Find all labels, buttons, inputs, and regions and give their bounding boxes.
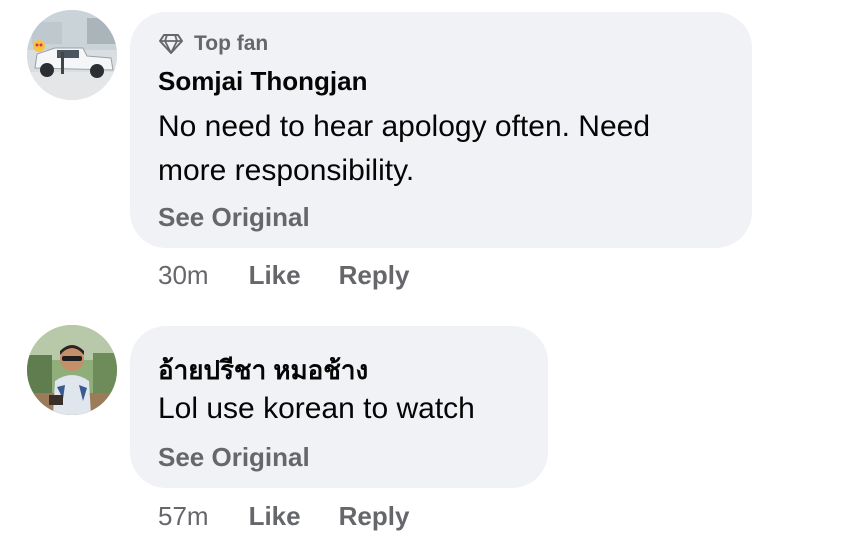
diamond-icon bbox=[159, 34, 183, 54]
top-fan-badge: Top fan bbox=[158, 32, 268, 56]
reply-button[interactable]: Reply bbox=[339, 501, 410, 532]
comment-timestamp[interactable]: 30m bbox=[158, 260, 209, 291]
avatar-photo-truck bbox=[27, 10, 117, 100]
comment-actions: 57m Like Reply bbox=[158, 501, 409, 532]
comment-author[interactable]: Somjai Thongjan bbox=[158, 66, 367, 97]
comment-text-line-2: more responsibility. bbox=[158, 154, 415, 187]
reply-button[interactable]: Reply bbox=[339, 260, 410, 291]
comment-author[interactable]: อ้ายปรีชา หมอช้าง bbox=[158, 350, 368, 391]
badge-label: Top fan bbox=[194, 32, 269, 55]
see-original-link[interactable]: See Original bbox=[158, 442, 310, 473]
comment-actions: 30m Like Reply bbox=[158, 260, 409, 291]
like-button[interactable]: Like bbox=[249, 501, 301, 532]
comment-text-line-1: Lol use korean to watch bbox=[158, 392, 475, 425]
comment-text-line-1: No need to hear apology often. Need bbox=[158, 110, 651, 143]
avatar[interactable] bbox=[27, 325, 117, 415]
comment-timestamp[interactable]: 57m bbox=[158, 501, 209, 532]
see-original-link[interactable]: See Original bbox=[158, 202, 310, 233]
avatar[interactable] bbox=[27, 10, 117, 100]
avatar-photo-person bbox=[27, 325, 117, 415]
like-button[interactable]: Like bbox=[249, 260, 301, 291]
